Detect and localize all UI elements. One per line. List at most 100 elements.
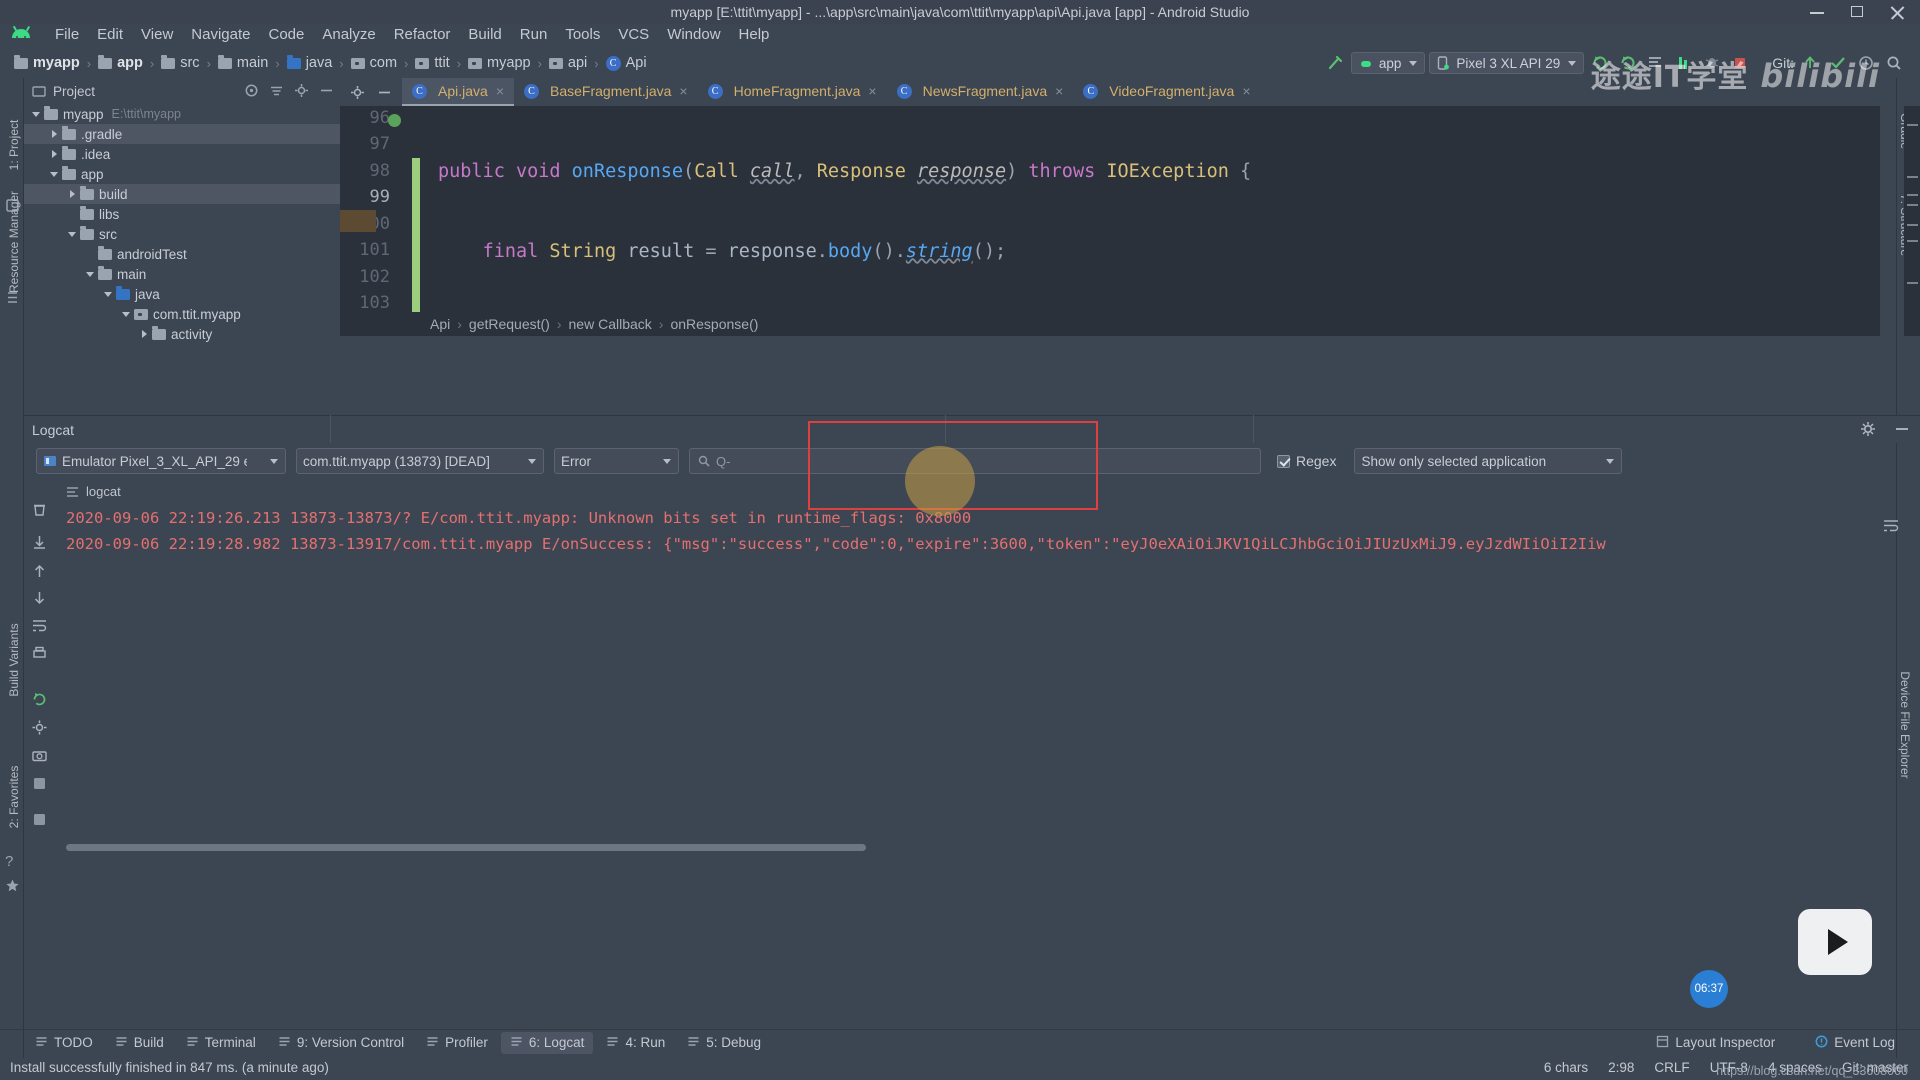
settings-gear-icon[interactable] bbox=[31, 719, 48, 736]
close-tab-icon[interactable]: × bbox=[1242, 83, 1250, 99]
build-hammer-icon[interactable] bbox=[1323, 51, 1347, 75]
menu-item-navigate[interactable]: Navigate bbox=[182, 23, 259, 46]
tree-node-androidtest[interactable]: androidTest bbox=[24, 244, 340, 264]
editor-tab-basefragment[interactable]: C BaseFragment.java × bbox=[514, 78, 698, 106]
screen-record-icon[interactable] bbox=[31, 775, 48, 792]
tool-window-5-debug[interactable]: 5: Debug bbox=[678, 1032, 770, 1054]
editor-breadcrumb-item[interactable]: Api bbox=[430, 316, 450, 332]
logcat-horizontal-scrollbar[interactable] bbox=[66, 842, 1861, 852]
git-history-icon[interactable] bbox=[1854, 51, 1878, 75]
tool-window-todo[interactable]: TODO bbox=[26, 1032, 102, 1054]
structure-icon[interactable] bbox=[5, 290, 20, 305]
search-everywhere-icon[interactable] bbox=[1882, 51, 1906, 75]
logcat-soft-wrap-toggle[interactable] bbox=[1882, 518, 1900, 537]
run-configuration-selector[interactable]: app bbox=[1350, 52, 1426, 74]
git-commit-icon[interactable] bbox=[1826, 51, 1850, 75]
chevron-down-icon[interactable] bbox=[102, 288, 114, 300]
editor-tab-api[interactable]: C Api.java × bbox=[402, 78, 514, 106]
editor-breadcrumb-item[interactable]: new Callback bbox=[569, 316, 652, 332]
print-icon[interactable] bbox=[31, 645, 48, 662]
menu-item-build[interactable]: Build bbox=[459, 23, 510, 46]
menu-item-help[interactable]: Help bbox=[730, 23, 779, 46]
menu-item-run[interactable]: Run bbox=[511, 23, 557, 46]
layout-capture-icon[interactable] bbox=[31, 811, 48, 828]
breadcrumb-item-api[interactable]: api bbox=[547, 54, 589, 72]
tree-node-build[interactable]: build bbox=[24, 184, 340, 204]
tree-node-com-ttit-myapp[interactable]: com.ttit.myapp bbox=[24, 304, 340, 324]
sdk-manager-icon[interactable] bbox=[1644, 51, 1668, 75]
profiler-icon[interactable] bbox=[1672, 51, 1696, 75]
debug-icon[interactable] bbox=[1700, 51, 1724, 75]
git-update-icon[interactable] bbox=[1798, 51, 1822, 75]
chevron-right-icon[interactable] bbox=[48, 128, 60, 140]
editor-breadcrumb-item[interactable]: getRequest() bbox=[469, 316, 550, 332]
favorites-star-icon[interactable] bbox=[5, 878, 20, 893]
hide-panel-icon[interactable] bbox=[1894, 421, 1910, 437]
close-tab-icon[interactable]: × bbox=[496, 83, 504, 99]
up-arrow-icon[interactable] bbox=[31, 563, 48, 580]
tree-node-libs[interactable]: libs bbox=[24, 204, 340, 224]
chevron-right-icon[interactable] bbox=[66, 188, 78, 200]
sidebar-tab-build-variants[interactable]: Build Variants bbox=[7, 620, 21, 700]
collapse-all-icon[interactable] bbox=[269, 83, 284, 98]
code-content[interactable]: public void onResponse(Call call, Respon… bbox=[438, 106, 1880, 336]
tree-node-myapp[interactable]: myapp E:\ttit\myapp bbox=[24, 104, 340, 124]
tree-node-src[interactable]: src bbox=[24, 224, 340, 244]
clear-logcat-icon[interactable] bbox=[31, 501, 48, 518]
hide-panel-icon[interactable] bbox=[319, 83, 334, 98]
sidebar-tab-project[interactable]: 1: Project bbox=[7, 105, 21, 185]
tool-window-9-version-control[interactable]: 9: Version Control bbox=[269, 1032, 413, 1054]
chevron-down-icon[interactable] bbox=[120, 308, 132, 320]
stop-button[interactable] bbox=[1728, 51, 1752, 75]
editor-error-stripe[interactable] bbox=[1904, 106, 1920, 336]
gear-icon[interactable] bbox=[350, 85, 365, 100]
maximize-button[interactable] bbox=[1850, 5, 1864, 19]
chevron-right-icon[interactable] bbox=[138, 328, 150, 340]
scroll-to-end-icon[interactable] bbox=[31, 534, 48, 551]
logcat-scope-selector[interactable]: Show only selected application bbox=[1354, 448, 1623, 474]
soft-wrap-icon[interactable] bbox=[31, 617, 48, 634]
project-tree[interactable]: myapp E:\ttit\myapp .gradle .idea app build li… bbox=[24, 104, 340, 344]
code-editor[interactable]: 96 97 98 99 100 101 102 103 public void … bbox=[340, 106, 1880, 336]
down-arrow-icon[interactable] bbox=[31, 589, 48, 606]
avd-manager-icon[interactable] bbox=[1616, 51, 1640, 75]
logcat-process-selector[interactable]: com.ttit.myapp (13873) [DEAD] bbox=[296, 448, 544, 474]
restart-icon[interactable] bbox=[31, 691, 48, 708]
close-tab-icon[interactable]: × bbox=[1055, 83, 1063, 99]
tree-node--gradle[interactable]: .gradle bbox=[24, 124, 340, 144]
gear-icon[interactable] bbox=[1860, 421, 1876, 437]
tool-window-profiler[interactable]: Profiler bbox=[417, 1032, 497, 1054]
tree-node-main[interactable]: main bbox=[24, 264, 340, 284]
breadcrumb-item-java[interactable]: java bbox=[285, 54, 335, 72]
logcat-search-input[interactable]: Q- bbox=[689, 448, 1261, 474]
editor-tab-newsfragment[interactable]: C NewsFragment.java × bbox=[887, 78, 1074, 106]
breadcrumb-item-app[interactable]: app bbox=[96, 54, 145, 72]
sidebar-tab-favorites[interactable]: 2: Favorites bbox=[7, 757, 21, 837]
screenshot-icon[interactable] bbox=[31, 747, 48, 764]
run-test-gutter-icon[interactable] bbox=[388, 114, 401, 127]
menu-item-refactor[interactable]: Refactor bbox=[385, 23, 460, 46]
logcat-device-selector[interactable]: Emulator Pixel_3_XL_API_29 emu bbox=[36, 448, 286, 474]
chevron-down-icon[interactable] bbox=[84, 268, 96, 280]
tool-window-event-log[interactable]: Event Log bbox=[1806, 1032, 1904, 1054]
status-item-crlf[interactable]: CRLF bbox=[1654, 1060, 1689, 1075]
close-tab-icon[interactable]: × bbox=[679, 83, 687, 99]
breadcrumb-item-myapp[interactable]: myapp bbox=[12, 54, 82, 72]
chevron-down-icon[interactable] bbox=[48, 168, 60, 180]
tool-window-layout-inspector[interactable]: Layout Inspector bbox=[1647, 1032, 1784, 1054]
breadcrumb-item-myapp[interactable]: myapp bbox=[466, 54, 533, 72]
sidebar-tab-device-file-explorer[interactable]: Device File Explorer bbox=[1898, 670, 1912, 780]
menu-item-analyze[interactable]: Analyze bbox=[313, 23, 384, 46]
tree-node--idea[interactable]: .idea bbox=[24, 144, 340, 164]
tree-node-app[interactable]: app bbox=[24, 164, 340, 184]
minimize-button[interactable] bbox=[1810, 5, 1824, 19]
editor-tab-homefragment[interactable]: C HomeFragment.java × bbox=[698, 78, 887, 106]
menu-item-edit[interactable]: Edit bbox=[88, 23, 132, 46]
tree-node-activity[interactable]: activity bbox=[24, 324, 340, 344]
editor-breadcrumb[interactable]: Api › getRequest() › new Callback › onResponse… bbox=[340, 312, 1880, 336]
breadcrumb-item-com[interactable]: com bbox=[349, 54, 399, 72]
breadcrumb-item-ttit[interactable]: ttit bbox=[413, 54, 451, 72]
video-play-badge[interactable] bbox=[1798, 909, 1872, 975]
menu-item-file[interactable]: File bbox=[46, 23, 88, 46]
breadcrumb-item-main[interactable]: main bbox=[216, 54, 270, 72]
